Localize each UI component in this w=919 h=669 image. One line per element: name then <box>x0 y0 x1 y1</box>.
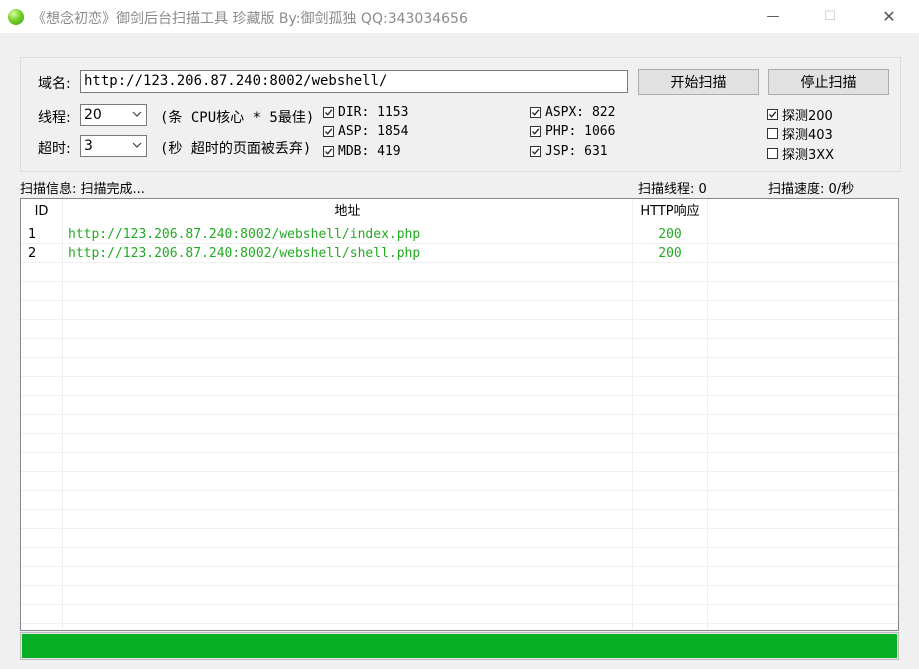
checkbox-box <box>323 146 334 157</box>
row-1-code: 200 <box>658 227 682 242</box>
threads-hint: (条 CPU核心 * 5最佳) <box>160 110 315 126</box>
maximize-button[interactable]: ☐ <box>807 0 853 33</box>
probe-403-checkbox[interactable]: 探测403 <box>767 124 833 143</box>
row-1-id: 1 <box>28 227 37 242</box>
dict-jsp-checkbox[interactable]: JSP: 631 <box>530 144 608 159</box>
threads-label: 线程: <box>38 110 71 126</box>
checkbox-box <box>323 107 334 118</box>
row-2-code: 200 <box>658 246 682 261</box>
probe-3xx-checkbox[interactable]: 探测3XX <box>767 144 834 163</box>
row-1-url[interactable]: http://123.206.87.240:8002/webshell/inde… <box>68 225 420 244</box>
app-icon <box>8 9 24 25</box>
close-icon: ✕ <box>882 7 896 26</box>
scan-progress-bar <box>20 632 899 660</box>
stop-scan-button[interactable]: 停止扫描 <box>768 69 889 95</box>
checkbox-box <box>767 148 778 159</box>
dict-mdb-checkbox[interactable]: MDB: 419 <box>323 144 401 159</box>
timeout-select[interactable]: 3 <box>80 135 147 157</box>
checkbox-box <box>530 126 541 137</box>
checkmark-icon <box>532 109 540 116</box>
row-2-id: 2 <box>28 246 37 261</box>
maximize-icon: ☐ <box>824 9 836 24</box>
window-title: 《想念初恋》御剑后台扫描工具 珍藏版 By:御剑孤独 QQ:343034656 <box>32 11 468 27</box>
checkbox-box <box>767 109 778 120</box>
minimize-icon: — <box>766 9 780 24</box>
dict-dir-checkbox[interactable]: DIR: 1153 <box>323 105 408 120</box>
threads-value: 20 <box>84 107 102 123</box>
column-http-code[interactable]: HTTP响应 <box>633 199 708 223</box>
timeout-label: 超时: <box>38 141 71 157</box>
dict-asp-label: ASP: 1854 <box>338 124 409 139</box>
checkbox-box <box>530 146 541 157</box>
dict-jsp-label: JSP: 631 <box>545 144 608 159</box>
probe-200-checkbox[interactable]: 探测200 <box>767 105 833 124</box>
probe-3xx-label: 探测3XX <box>782 148 835 163</box>
timeout-value: 3 <box>84 138 93 154</box>
probe-200-label: 探测200 <box>782 109 833 124</box>
progress-fill <box>22 634 897 658</box>
minimize-button[interactable]: — <box>750 0 796 33</box>
checkbox-box <box>530 107 541 118</box>
checkmark-icon <box>325 148 333 155</box>
row-2-url[interactable]: http://123.206.87.240:8002/webshell/shel… <box>68 244 420 263</box>
checkmark-icon <box>325 128 333 135</box>
checkmark-icon <box>532 148 540 155</box>
checkmark-icon <box>769 111 777 118</box>
start-scan-button[interactable]: 开始扫描 <box>638 69 759 95</box>
close-button[interactable]: ✕ <box>866 0 912 33</box>
scan-threads: 扫描线程: 0 <box>638 182 707 197</box>
scan-info: 扫描信息: 扫描完成... <box>20 182 145 197</box>
results-table[interactable]: ID 地址 HTTP响应 1 http://123.206.87.240:800… <box>20 198 899 631</box>
domain-label: 域名: <box>38 76 71 92</box>
dict-dir-label: DIR: 1153 <box>338 105 409 120</box>
title-bar: 《想念初恋》御剑后台扫描工具 珍藏版 By:御剑孤独 QQ:343034656 … <box>0 0 919 33</box>
dict-php-label: PHP: 1066 <box>545 124 616 139</box>
checkmark-icon <box>325 109 333 116</box>
threads-select[interactable]: 20 <box>80 104 147 126</box>
checkbox-box <box>323 126 334 137</box>
dict-aspx-checkbox[interactable]: ASPX: 822 <box>530 105 615 120</box>
table-header: ID 地址 HTTP响应 <box>21 199 898 225</box>
domain-input[interactable]: http://123.206.87.240:8002/webshell/ <box>80 70 628 93</box>
chevron-down-icon <box>132 111 142 117</box>
chevron-down-icon <box>132 142 142 148</box>
scan-speed: 扫描速度: 0/秒 <box>768 182 855 197</box>
probe-403-label: 探测403 <box>782 128 833 143</box>
column-url[interactable]: 地址 <box>63 199 633 223</box>
checkbox-box <box>767 128 778 139</box>
dict-asp-checkbox[interactable]: ASP: 1854 <box>323 124 408 139</box>
dict-mdb-label: MDB: 419 <box>338 144 401 159</box>
checkmark-icon <box>532 128 540 135</box>
dict-aspx-label: ASPX: 822 <box>545 105 616 120</box>
column-id[interactable]: ID <box>21 199 63 223</box>
dict-php-checkbox[interactable]: PHP: 1066 <box>530 124 615 139</box>
timeout-hint: (秒 超时的页面被丢弃) <box>160 141 312 157</box>
